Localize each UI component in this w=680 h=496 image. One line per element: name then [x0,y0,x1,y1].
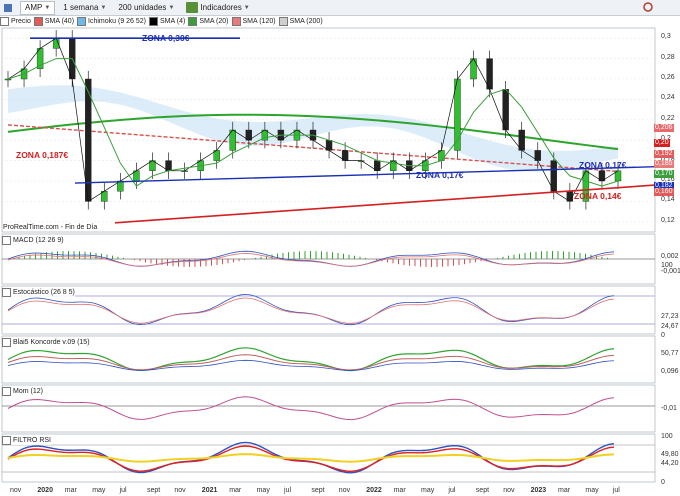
y-tick-label: 0,28 [661,53,675,61]
x-tick-label: sept [475,487,490,494]
x-tick-label: may [256,487,270,494]
x-tick-label: mar [229,487,242,494]
mom-line [7,396,615,421]
candle-body [4,78,12,81]
y-tick-label: 0,3 [661,33,671,41]
subpanel-tick-label: 0 [661,332,665,339]
panel-swatch [2,436,11,445]
y-tick-label: 0,24 [661,94,675,102]
panel-title-stoch[interactable]: Estocástico (26 8 5) [2,288,75,297]
panel-title-koncorde[interactable]: Blai5 Koncorde v.09 (15) [2,338,90,347]
zone-label-0187: ZONA 0,187€ [16,150,69,160]
panel-title-macd[interactable]: MACD (12 26 9) [2,236,64,245]
subpanel-tick-label: 0,096 [661,368,679,375]
subpanel-tick-label: -0,001 [661,268,680,275]
subpanel-tick-label: 0,002 [661,253,679,260]
y-tick-label: 0,22 [661,114,675,122]
x-tick-label: may [585,487,599,494]
panel-title-text: Mom (12) [13,388,43,395]
subpanel-frame [1,384,656,433]
price-badge: 0,170 [654,170,674,178]
subpanel-tick-label: 49,80 [661,451,679,458]
x-tick-label: mar [64,487,77,494]
subpanel-tick-label: -0,01 [661,405,677,412]
x-tick-label: nov [338,487,351,494]
x-tick-label: jul [284,487,292,494]
zone-label-017-mid: ZONA 0,17€ [416,170,464,180]
x-tick-label: sept [147,487,161,494]
y-tick-label: 0,12 [661,216,675,224]
x-tick-label: nov [503,487,515,494]
panel-swatch [2,387,11,396]
subpanel-tick-label: 27,23 [661,313,679,320]
price-badge: 0,160 [654,188,674,196]
subpanel-tick-label: 0 [661,479,665,486]
panel-title-text: Estocástico (26 8 5) [13,289,75,296]
x-tick-label: jul [448,487,456,494]
panel-title-rsi[interactable]: FILTRO RSI [2,436,51,445]
x-tick-label: jul [612,487,620,494]
zone-label-014: ZONA 0,14€ [574,191,622,201]
zone-label-030: ZONA 0,30€ [142,33,190,43]
zone-label-017-right: ZONA 0,17€ [579,160,627,170]
x-tick-label: sept [311,487,325,494]
x-tick-label: may [92,487,106,494]
price-chart[interactable] [0,0,680,496]
y-tick-label: 0,26 [661,74,675,81]
stoch-d-line [7,297,615,324]
y-tick-label: 0,14 [661,196,675,204]
zone-line-017 [74,166,656,184]
panel-swatch [2,236,11,245]
subpanel-tick-label: 24,67 [661,323,679,330]
subpanel-tick-label: 50,77 [661,350,679,357]
price-badge: 0,206 [654,124,674,132]
subpanel-frame [1,285,656,335]
x-tick-label: 2023 [530,487,547,494]
panel-title-text: Blai5 Koncorde v.09 (15) [13,339,90,346]
price-badge: 0,20 [654,139,670,147]
x-tick-label: 2021 [201,487,218,494]
subpanel-frame [1,335,656,384]
x-tick-label: jul [119,487,127,494]
price-badge: 0,185 [654,160,674,168]
x-tick-label: may [421,487,435,494]
x-tick-label: 2022 [366,487,382,494]
panel-title-text: MACD (12 26 9) [13,237,64,244]
x-tick-label: mar [393,487,406,494]
x-tick-label: nov [174,487,186,494]
subpanel-tick-label: 100 [661,433,673,440]
panel-swatch [2,338,11,347]
stoch-k-line [7,294,615,326]
panel-title-text: FILTRO RSI [13,437,51,444]
x-tick-label: nov [10,487,22,494]
subpanel-tick-label: 44,20 [661,460,679,467]
panel-title-mom[interactable]: Mom (12) [2,387,43,396]
subpanel-tick-label: 100 [661,262,673,269]
x-tick-label: 2020 [37,487,53,494]
price-badge: 0,192 [654,150,674,158]
watermark: ProRealTime.com - Fin de Día [3,224,98,231]
panel-swatch [2,288,11,297]
subpanel-frame [1,433,656,483]
x-tick-label: mar [558,487,571,494]
